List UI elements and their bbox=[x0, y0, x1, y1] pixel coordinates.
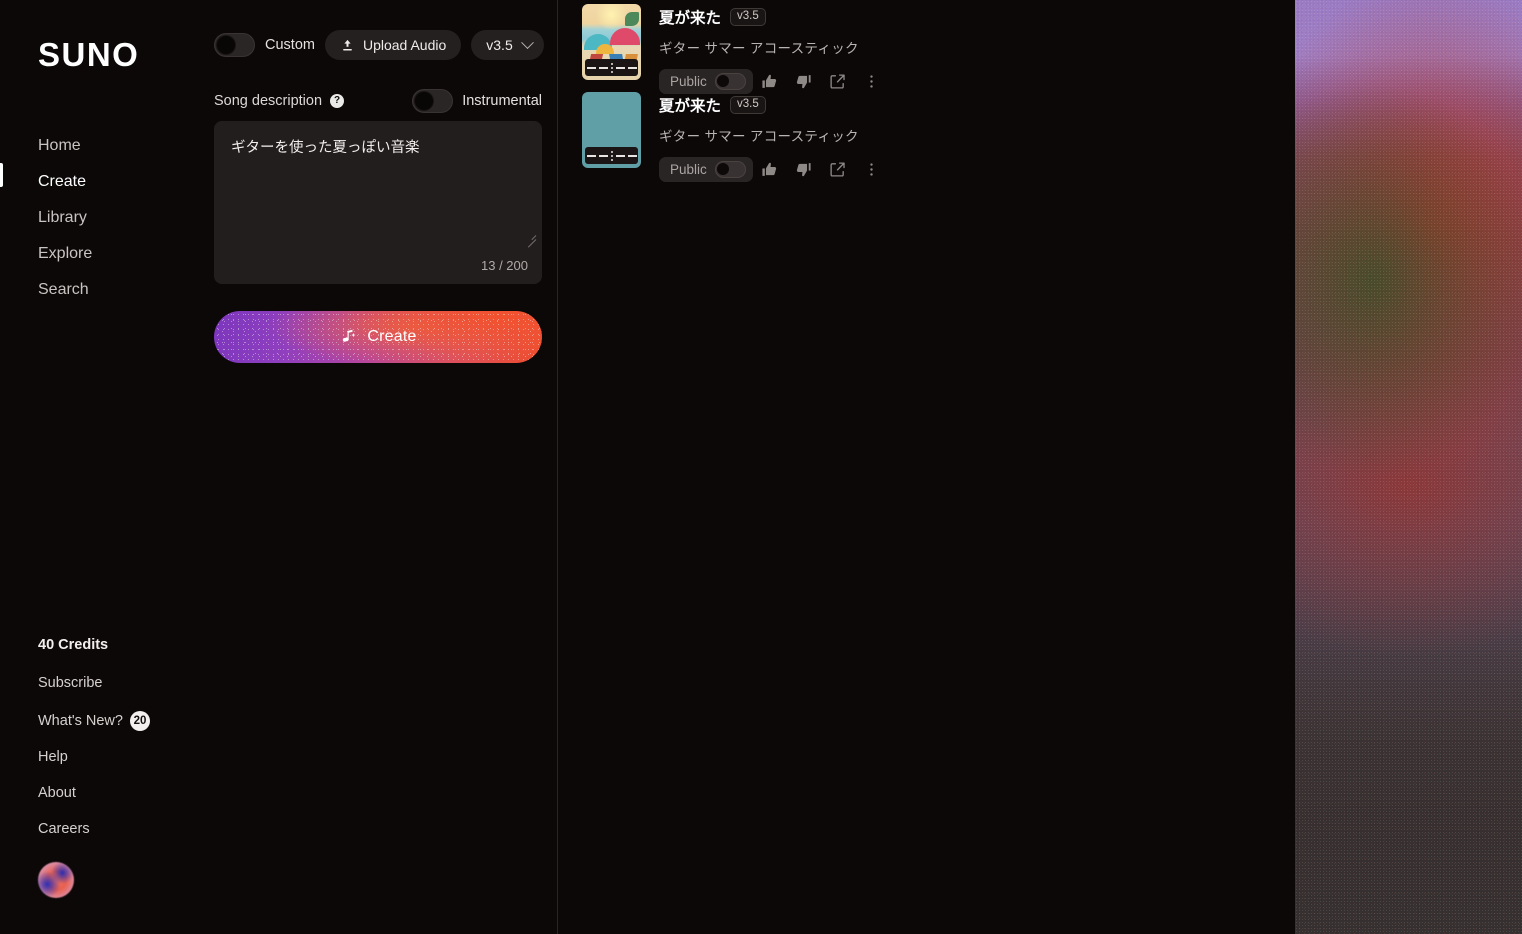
toggle-knob bbox=[717, 75, 730, 87]
share-icon bbox=[830, 161, 845, 177]
thumbs-up-icon bbox=[762, 162, 777, 176]
upload-audio-button[interactable]: Upload Audio bbox=[324, 30, 462, 60]
artwork-grain-texture bbox=[1295, 0, 1522, 934]
sidebar-item-search[interactable]: Search bbox=[38, 272, 92, 308]
about-link[interactable]: About bbox=[38, 775, 150, 811]
credits-display: 40 Credits bbox=[38, 637, 109, 653]
help-link[interactable]: Help bbox=[38, 739, 150, 775]
audio-player-overlay[interactable] bbox=[585, 147, 638, 164]
visibility-label: Public bbox=[670, 73, 707, 89]
song-description-input[interactable]: ギターを使った夏っぽい音楽 13 / 200 bbox=[214, 121, 542, 284]
whats-new-badge: 20 bbox=[129, 711, 150, 731]
more-options-button[interactable] bbox=[855, 154, 889, 184]
model-version-select[interactable]: v3.5 bbox=[471, 30, 544, 60]
whats-new-label: What's New? bbox=[38, 713, 123, 729]
whats-new-link[interactable]: What's New? 20 bbox=[38, 711, 150, 731]
toggle-knob bbox=[217, 36, 235, 54]
avatar[interactable] bbox=[38, 862, 74, 898]
character-counter: 13 / 200 bbox=[481, 258, 528, 273]
sidebar-item-library[interactable]: Library bbox=[38, 200, 92, 236]
song-description-header: Song description ? Instrumental bbox=[214, 89, 542, 113]
create-controls-row: Custom Upload Audio v3.5 bbox=[214, 30, 544, 60]
visibility-switch[interactable] bbox=[714, 72, 746, 90]
sidebar-item-explore[interactable]: Explore bbox=[38, 236, 92, 272]
instrumental-toggle[interactable] bbox=[412, 89, 454, 113]
suno-app-window: SUNO Home Create Library Explore Search … bbox=[0, 0, 1522, 934]
share-button[interactable] bbox=[821, 154, 855, 184]
upload-audio-label: Upload Audio bbox=[362, 37, 447, 53]
help-circle-icon[interactable]: ? bbox=[330, 94, 345, 108]
background-artwork-panel bbox=[1295, 0, 1522, 934]
thumbs-down-icon bbox=[797, 162, 811, 176]
suno-logo[interactable]: SUNO bbox=[38, 38, 139, 71]
careers-link[interactable]: Careers bbox=[38, 811, 150, 847]
thumbs-down-button[interactable] bbox=[787, 154, 821, 184]
thumbs-up-icon bbox=[762, 74, 777, 88]
create-button[interactable]: Create bbox=[214, 311, 542, 363]
song-title[interactable]: 夏が来た bbox=[659, 6, 721, 28]
create-sidebar-panel: SUNO Home Create Library Explore Search … bbox=[0, 0, 558, 934]
audio-player-overlay[interactable] bbox=[585, 59, 638, 76]
share-icon bbox=[830, 73, 845, 89]
more-options-icon bbox=[870, 74, 873, 88]
thumbs-down-icon bbox=[797, 74, 811, 88]
version-badge: v3.5 bbox=[730, 96, 766, 114]
chevron-down-icon bbox=[520, 35, 534, 49]
sidebar-item-create[interactable]: Create bbox=[38, 164, 92, 200]
instrumental-control: Instrumental bbox=[412, 89, 542, 113]
music-note-sparkle-icon bbox=[343, 329, 356, 342]
resize-handle-icon[interactable] bbox=[525, 230, 537, 248]
sidebar-item-home[interactable]: Home bbox=[38, 128, 92, 164]
create-button-label: Create bbox=[367, 328, 417, 345]
song-artwork[interactable] bbox=[582, 92, 641, 168]
subscribe-link[interactable]: Subscribe bbox=[38, 665, 150, 701]
toggle-knob bbox=[717, 163, 730, 175]
song-artwork[interactable] bbox=[582, 4, 641, 80]
model-version-label: v3.5 bbox=[486, 37, 513, 53]
visibility-switch[interactable] bbox=[714, 160, 746, 178]
song-title[interactable]: 夏が来た bbox=[659, 94, 721, 116]
main-navigation: Home Create Library Explore Search bbox=[38, 128, 92, 308]
instrumental-label: Instrumental bbox=[462, 93, 542, 109]
visibility-toggle[interactable]: Public bbox=[659, 156, 753, 182]
active-nav-indicator bbox=[0, 163, 3, 187]
toggle-knob bbox=[415, 92, 434, 110]
more-options-icon bbox=[870, 162, 873, 176]
custom-mode-label: Custom bbox=[265, 37, 315, 53]
custom-mode-toggle[interactable] bbox=[214, 33, 255, 57]
visibility-label: Public bbox=[670, 161, 707, 177]
upload-icon bbox=[343, 39, 352, 50]
song-description-value: ギターを使った夏っぽい音楽 bbox=[231, 140, 420, 156]
song-description-label: Song description bbox=[214, 93, 323, 109]
version-badge: v3.5 bbox=[730, 8, 766, 26]
sidebar-footer: 40 Credits Subscribe What's New? 20 Help… bbox=[38, 637, 150, 847]
thumbs-up-button[interactable] bbox=[753, 154, 787, 184]
